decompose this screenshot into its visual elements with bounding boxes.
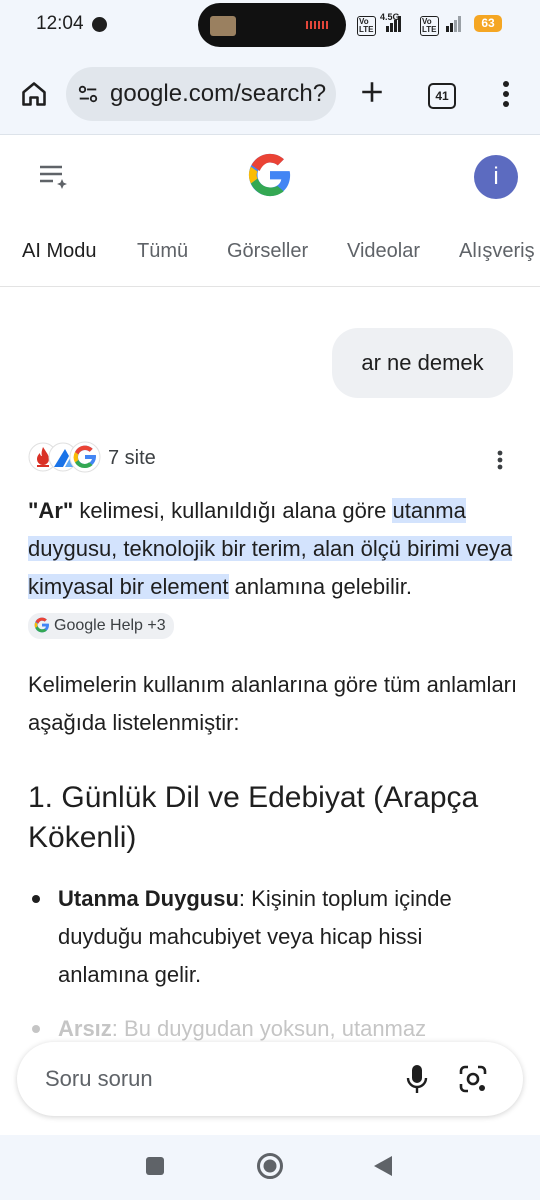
volte-icon-2: Vo LTE <box>420 16 439 36</box>
list-item-term: Arsız <box>58 1016 112 1041</box>
signal-icon-2 <box>446 14 462 32</box>
lens-camera-icon[interactable] <box>455 1061 491 1097</box>
home-icon[interactable] <box>14 74 54 114</box>
tab-switcher-button[interactable]: 41 <box>428 83 456 109</box>
list-item: Utanma Duygusu: Kişinin toplum içinde du… <box>32 880 518 994</box>
list-item-text: : Bu duygudan yoksun, utanmaz <box>111 1016 427 1041</box>
history-menu-icon[interactable] <box>36 159 72 195</box>
dynamic-island <box>198 3 346 47</box>
media-thumbnail-icon <box>210 16 236 36</box>
intro-paragraph: Kelimelerin kullanım alanlarına göre tüm… <box>28 672 518 735</box>
status-time: 12:04 <box>36 13 84 34</box>
bullet-icon <box>32 895 40 903</box>
audio-bars-icon <box>306 21 330 29</box>
answer-term: "Ar" <box>28 498 74 523</box>
answer-text-post: anlamına gelebilir. <box>228 574 412 599</box>
microphone-icon[interactable] <box>399 1061 435 1097</box>
google-header <box>0 135 540 225</box>
account-avatar[interactable]: i <box>474 155 518 199</box>
battery-icon: 63 <box>474 15 502 32</box>
google-logo-icon[interactable] <box>246 151 294 199</box>
url-text: google.com/search? <box>110 80 327 107</box>
list-item-term: Utanma Duygusu <box>58 886 239 911</box>
ask-input[interactable]: Soru sorun <box>17 1042 523 1116</box>
overflow-menu-icon[interactable] <box>494 78 518 110</box>
new-tab-icon[interactable] <box>354 74 390 110</box>
tab-videos[interactable]: Videolar <box>347 240 420 263</box>
answer-text-pre: kelimesi, kullanıldığı alana göre <box>73 498 393 523</box>
search-tabs: AI Modu Tümü Görseller Videolar Alışveri… <box>0 226 540 287</box>
status-bar: 12:04 Vo LTE 4.5G Vo LTE 63 <box>0 0 540 50</box>
source-favicons[interactable] <box>28 440 102 474</box>
volte-icon: Vo LTE <box>357 16 376 36</box>
site-settings-icon[interactable] <box>76 82 100 106</box>
sources-count[interactable]: 7 site <box>108 447 156 470</box>
source-chip[interactable]: Google Help +3 <box>28 613 174 639</box>
user-query-bubble: ar ne demek <box>332 328 513 398</box>
address-bar[interactable]: google.com/search? <box>66 67 336 121</box>
more-options-icon[interactable] <box>490 446 510 476</box>
browser-toolbar: google.com/search? 41 <box>0 50 540 135</box>
tab-shopping[interactable]: Alışveriş <box>459 240 535 263</box>
ask-input-placeholder: Soru sorun <box>45 1066 153 1091</box>
notification-dot-icon <box>92 17 107 32</box>
recent-apps-icon[interactable] <box>140 1151 170 1181</box>
signal-icon <box>386 14 402 32</box>
source-chip-label: Google Help +3 <box>54 617 166 634</box>
tab-ai-mode[interactable]: AI Modu <box>22 240 96 263</box>
section-heading: 1. Günlük Dil ve Edebiyat (Arapça Kökenl… <box>28 781 479 854</box>
system-nav-bar <box>0 1135 540 1200</box>
back-icon[interactable] <box>368 1151 398 1181</box>
tab-all[interactable]: Tümü <box>137 240 188 263</box>
answer-paragraph: "Ar" kelimesi, kullanıldığı alana göre u… <box>28 492 518 644</box>
home-button-icon[interactable] <box>253 1149 287 1183</box>
bullet-icon <box>32 1025 40 1033</box>
tab-images[interactable]: Görseller <box>227 240 308 263</box>
